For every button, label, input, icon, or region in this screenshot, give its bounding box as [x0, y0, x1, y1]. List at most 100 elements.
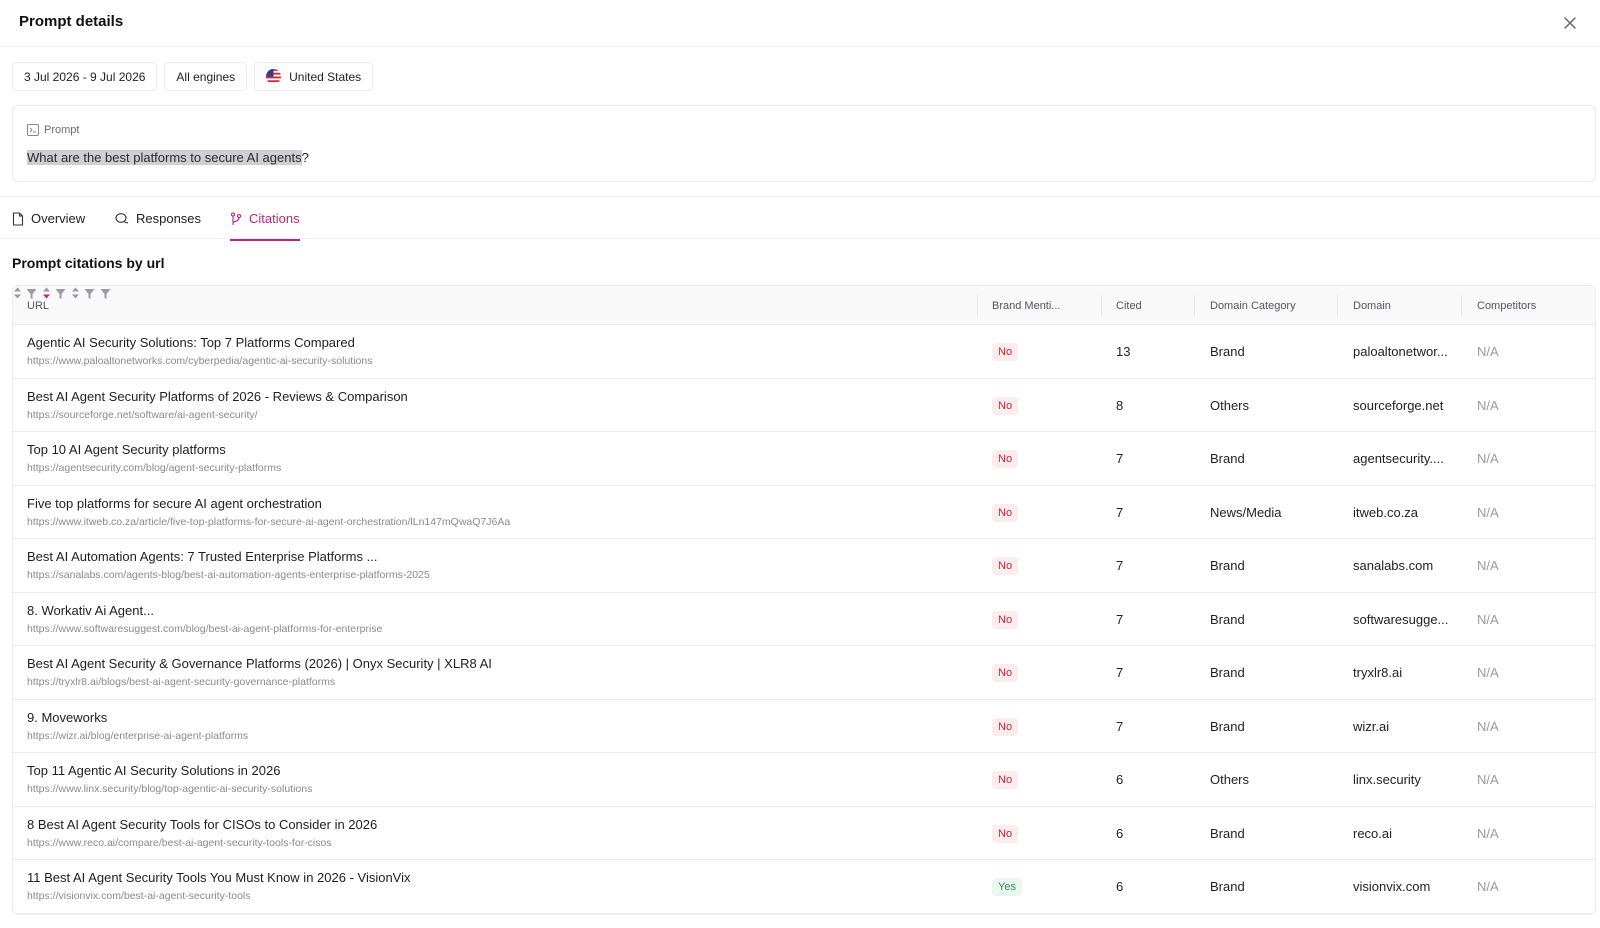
- citation-title[interactable]: 8 Best AI Agent Security Tools for CISOs…: [27, 817, 377, 832]
- engines-label: All engines: [176, 69, 236, 84]
- sort-icon[interactable]: [71, 286, 80, 300]
- citation-title[interactable]: Agentic AI Security Solutions: Top 7 Pla…: [27, 335, 355, 350]
- citation-url[interactable]: https://visionvix.com/best-ai-agent-secu…: [27, 890, 251, 902]
- citation-title[interactable]: Best AI Automation Agents: 7 Trusted Ent…: [27, 549, 377, 564]
- column-divider: [1337, 295, 1338, 316]
- citation-url[interactable]: https://tryxlr8.ai/blogs/best-ai-agent-s…: [27, 676, 335, 688]
- citation-url[interactable]: https://www.reco.ai/compare/best-ai-agen…: [27, 837, 332, 849]
- competitors-value: N/A: [1477, 879, 1499, 894]
- country-label: United States: [289, 69, 362, 84]
- domain-name: agentsecurity....: [1353, 451, 1444, 466]
- citation-title[interactable]: Five top platforms for secure AI agent o…: [27, 496, 322, 511]
- table-row[interactable]: Best AI Automation Agents: 7 Trusted Ent…: [13, 539, 1595, 593]
- citation-url[interactable]: https://sourceforge.net/software/ai-agen…: [27, 409, 258, 421]
- chat-icon: [115, 213, 129, 224]
- citation-title[interactable]: 8. Workativ Ai Agent...: [27, 603, 154, 618]
- table-row[interactable]: Top 10 AI Agent Security platforms https:…: [13, 432, 1595, 486]
- domain-name: linx.security: [1353, 772, 1421, 787]
- prompt-card: Prompt What are the best platforms to se…: [12, 105, 1596, 182]
- table-body: Agentic AI Security Solutions: Top 7 Pla…: [13, 325, 1595, 914]
- domain-category: Brand: [1210, 558, 1245, 573]
- filter-icon[interactable]: [84, 288, 95, 300]
- tab-responses-label: Responses: [136, 211, 202, 226]
- brand-mention-badge: No: [992, 557, 1019, 575]
- filter-icon[interactable]: [100, 288, 111, 300]
- date-range-filter[interactable]: 3 Jul 2026 - 9 Jul 2026: [12, 62, 158, 91]
- sort-icon[interactable]: [13, 286, 22, 300]
- citation-url[interactable]: https://www.itweb.co.za/article/five-top…: [27, 516, 510, 528]
- table-row[interactable]: Best AI Agent Security & Governance Plat…: [13, 646, 1595, 700]
- brand-mention-badge: No: [992, 343, 1019, 361]
- domain-name: paloaltonetwor...: [1353, 344, 1448, 359]
- citation-title[interactable]: 9. Moveworks: [27, 710, 107, 725]
- domain-name: visionvix.com: [1353, 879, 1431, 894]
- domain-name: itweb.co.za: [1353, 504, 1419, 520]
- citation-url[interactable]: https://sanalabs.com/agents-blog/best-ai…: [27, 569, 430, 581]
- filter-icon[interactable]: [55, 288, 66, 300]
- cited-count: 7: [1116, 451, 1124, 466]
- domain-name: tryxlr8.ai: [1353, 665, 1403, 680]
- engines-filter[interactable]: All engines: [164, 62, 248, 91]
- us-flag-icon: [266, 69, 282, 84]
- column-divider: [1101, 295, 1102, 316]
- tab-citations-label: Citations: [249, 211, 300, 226]
- citation-url[interactable]: https://www.softwaresuggest.com/blog/bes…: [27, 623, 382, 635]
- cited-count: 13: [1116, 344, 1131, 359]
- brand-mention-badge: No: [992, 824, 1019, 843]
- competitors-value: N/A: [1477, 451, 1499, 466]
- citation-url[interactable]: https://wizr.ai/blog/enterprise-ai-agent…: [27, 730, 248, 742]
- citation-url[interactable]: https://agentsecurity.com/blog/agent-sec…: [27, 462, 281, 474]
- competitors-value: N/A: [1477, 344, 1499, 359]
- citation-url[interactable]: https://www.paloaltonetworks.com/cyberpe…: [27, 355, 373, 367]
- section-title: Prompt citations by url: [12, 255, 165, 271]
- filter-bar: 3 Jul 2026 - 9 Jul 2026 All engines Unit…: [12, 62, 374, 91]
- tab-responses[interactable]: Responses: [115, 197, 201, 240]
- cited-count: 8: [1116, 397, 1124, 413]
- table-row[interactable]: 11 Best AI Agent Security Tools You Must…: [13, 860, 1595, 914]
- cited-count: 7: [1116, 504, 1124, 520]
- domain-name: sourceforge.net: [1353, 397, 1444, 413]
- brand-mention-badge: No: [992, 450, 1019, 468]
- table-row[interactable]: Agentic AI Security Solutions: Top 7 Pla…: [13, 325, 1595, 379]
- domain-category: Others: [1210, 772, 1250, 787]
- table-row[interactable]: Best AI Agent Security Platforms of 2026…: [13, 379, 1595, 432]
- table-row[interactable]: 9. Moveworks https://wizr.ai/blog/enterpr…: [13, 700, 1595, 753]
- citation-title[interactable]: Best AI Agent Security & Governance Plat…: [27, 656, 492, 671]
- country-filter[interactable]: United States: [254, 62, 374, 91]
- column-cited: Cited: [1116, 299, 1142, 312]
- tab-overview[interactable]: Overview: [12, 197, 85, 240]
- table-row[interactable]: 8. Workativ Ai Agent... https://www.softw…: [13, 593, 1595, 646]
- citation-title[interactable]: Top 11 Agentic AI Security Solutions in …: [27, 763, 280, 778]
- domain-name: sanalabs.com: [1353, 558, 1434, 573]
- competitors-value: N/A: [1477, 665, 1499, 680]
- citation-title[interactable]: Best AI Agent Security Platforms of 2026…: [27, 389, 408, 404]
- competitors-value: N/A: [1477, 825, 1499, 841]
- prompt-text-end: ?: [301, 150, 309, 165]
- brand-mention-badge: No: [992, 610, 1019, 629]
- competitors-value: N/A: [1477, 611, 1499, 627]
- prompt-text: What are the best platforms to secure AI…: [27, 150, 309, 165]
- column-divider: [977, 295, 978, 316]
- domain-category: Brand: [1210, 718, 1245, 734]
- column-brand-mention: Brand Menti...: [992, 299, 1061, 312]
- document-icon: [12, 211, 24, 226]
- citation-title[interactable]: 11 Best AI Agent Security Tools You Must…: [27, 870, 411, 885]
- citation-url[interactable]: https://www.linx.security/blog/top-agent…: [27, 783, 312, 795]
- tab-citations[interactable]: Citations: [230, 197, 300, 241]
- prompt-label: Prompt: [44, 124, 80, 136]
- table-row[interactable]: 8 Best AI Agent Security Tools for CISOs…: [13, 807, 1595, 860]
- table-row[interactable]: Five top platforms for secure AI agent o…: [13, 486, 1595, 539]
- modal-title: Prompt details: [19, 13, 124, 30]
- citation-title[interactable]: Top 10 AI Agent Security platforms: [27, 442, 226, 457]
- tab-overview-label: Overview: [31, 211, 86, 226]
- citations-table: URL Brand Menti... Cited Domain Category…: [12, 285, 1596, 915]
- close-icon[interactable]: [1560, 13, 1580, 33]
- column-competitors: Competitors: [1477, 299, 1537, 312]
- cited-count: 6: [1116, 772, 1124, 787]
- domain-category: Brand: [1210, 451, 1245, 466]
- competitors-value: N/A: [1477, 397, 1499, 413]
- brand-mention-badge: No: [992, 717, 1019, 736]
- column-domain-category: Domain Category: [1210, 299, 1296, 312]
- cited-count: 6: [1116, 825, 1124, 841]
- table-row[interactable]: Top 11 Agentic AI Security Solutions in …: [13, 753, 1595, 807]
